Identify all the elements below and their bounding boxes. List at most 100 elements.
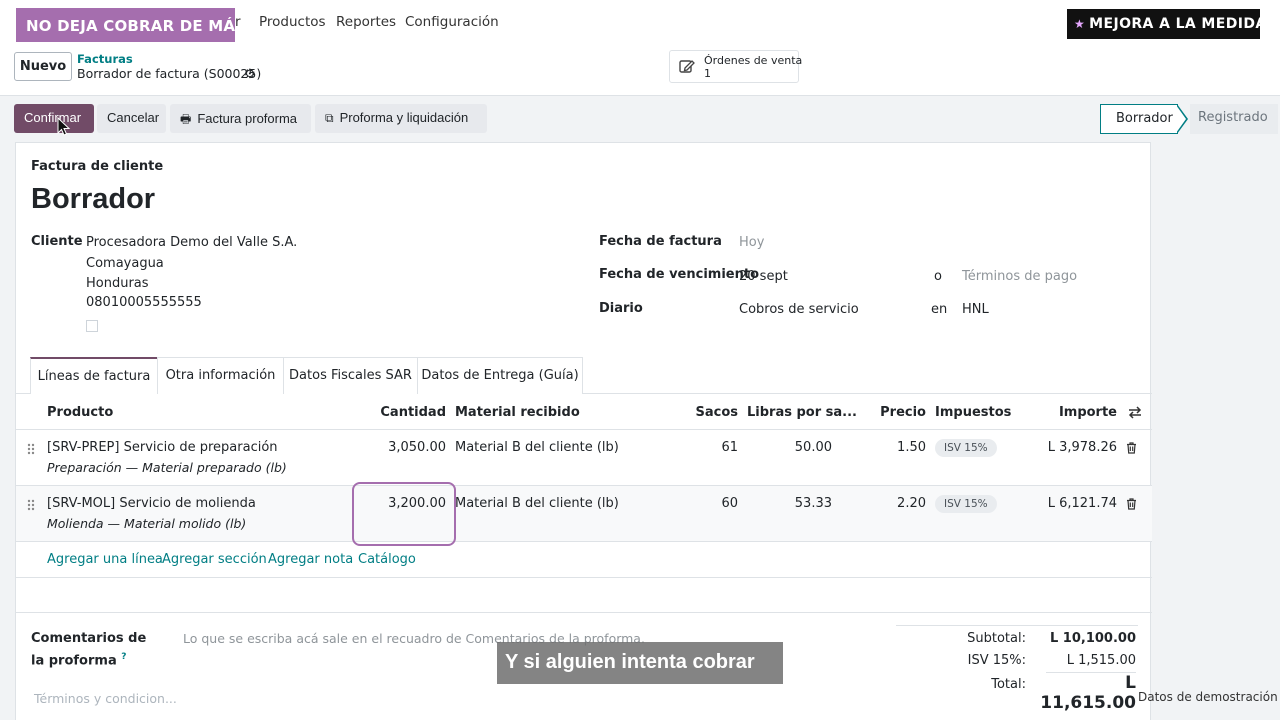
comments-label-text: Comentarios de la proforma xyxy=(31,631,147,669)
drag-handle-icon[interactable] xyxy=(27,443,35,455)
smart-button-label: Órdenes de venta xyxy=(704,54,803,67)
line-bags[interactable]: 61 xyxy=(666,440,738,455)
col-price[interactable]: Precio xyxy=(846,405,926,420)
col-pounds-per-bag[interactable]: Libras por sa... xyxy=(747,405,857,420)
line-pounds-per-bag[interactable]: 53.33 xyxy=(746,496,832,511)
status-posted[interactable]: Registrado xyxy=(1190,104,1278,134)
help-icon[interactable]: ? xyxy=(121,652,126,662)
due-date-or: o xyxy=(934,269,942,284)
customer-label: Cliente xyxy=(31,234,83,249)
proforma-settlement-label: Proforma y liquidación xyxy=(339,110,469,125)
line-quantity[interactable]: 3,050.00 xyxy=(346,440,446,455)
line-price[interactable]: 1.50 xyxy=(846,440,926,455)
nav-item-reportes[interactable]: Reportes xyxy=(336,14,396,30)
customer-name[interactable]: Procesadora Demo del Valle S.A. xyxy=(86,235,297,250)
confirm-button[interactable]: Confirmar xyxy=(14,104,94,133)
top-navbar: NO DEJA COBRAR DE MÁS r Productos Report… xyxy=(0,0,1280,44)
status-arrow-inner xyxy=(1176,105,1186,133)
col-quantity[interactable]: Cantidad xyxy=(346,405,446,420)
customer-city: Comayagua xyxy=(86,256,164,271)
table-row[interactable]: [SRV-PREP] Servicio de preparación Prepa… xyxy=(16,430,1152,486)
nav-item-partial[interactable]: r xyxy=(235,14,241,30)
promo-banner: ★ MEJORA A LA MEDIDA xyxy=(1067,9,1266,39)
tab-delivery-data[interactable]: Datos de Entrega (Guía) xyxy=(417,357,583,394)
tab-other-info[interactable]: Otra información xyxy=(157,357,284,394)
new-button[interactable]: Nuevo xyxy=(14,52,72,81)
due-date-label: Fecha de vencimiento xyxy=(599,267,760,282)
line-amount: L 6,121.74 xyxy=(1047,496,1117,511)
line-bags[interactable]: 60 xyxy=(666,496,738,511)
line-material[interactable]: Material B del cliente (lb) xyxy=(455,496,619,511)
add-note-link[interactable]: Agregar nota xyxy=(268,552,353,567)
status-draft[interactable]: Borrador xyxy=(1100,104,1178,134)
line-price[interactable]: 2.20 xyxy=(846,496,926,511)
section-divider xyxy=(16,577,1152,613)
proforma-button-label: Factura proforma xyxy=(197,111,298,126)
gear-icon[interactable]: ⚙ xyxy=(244,67,256,82)
customer-tax-id: 08010005555555 xyxy=(86,295,202,310)
trash-icon[interactable] xyxy=(1126,498,1137,510)
customer-country: Honduras xyxy=(86,276,149,291)
tax-badge[interactable]: ISV 15% xyxy=(935,495,997,513)
page-title: Borrador xyxy=(31,183,156,215)
tax-value: L 1,515.00 xyxy=(1066,653,1136,668)
line-product[interactable]: [SRV-MOL] Servicio de molienda xyxy=(47,496,256,511)
tab-invoice-lines[interactable]: Líneas de factura xyxy=(30,357,158,394)
add-section-link[interactable]: Agregar sección xyxy=(162,552,267,567)
line-description[interactable]: Preparación — Material preparado (lb) xyxy=(47,460,287,475)
journal-input[interactable]: Cobros de servicio xyxy=(739,302,859,317)
video-banner: NO DEJA COBRAR DE MÁS xyxy=(16,8,235,42)
totals-block: Subtotal: L 10,100.00 ISV 15%: L 1,515.0… xyxy=(896,625,1138,713)
subtotal-value: L 10,100.00 xyxy=(1049,631,1136,646)
line-material[interactable]: Material B del cliente (lb) xyxy=(455,440,619,455)
col-amount[interactable]: Importe xyxy=(1016,405,1117,420)
breadcrumb-current: Borrador de factura (S00025) xyxy=(77,66,262,81)
customer-checkbox[interactable] xyxy=(86,320,98,332)
line-pounds-per-bag[interactable]: 50.00 xyxy=(746,440,832,455)
tax-label: ISV 15%: xyxy=(967,653,1026,668)
trash-icon[interactable] xyxy=(1126,442,1137,454)
promo-text: MEJORA A LA MEDIDA xyxy=(1089,16,1267,32)
line-amount: L 3,978.26 xyxy=(1047,440,1117,455)
comments-label: Comentarios de la proforma ? xyxy=(31,629,161,670)
tab-fiscal-sar[interactable]: Datos Fiscales SAR xyxy=(283,357,418,394)
currency-input[interactable]: HNL xyxy=(962,302,989,317)
smart-button-count: 1 xyxy=(704,67,711,80)
table-header: Producto Cantidad Material recibido Saco… xyxy=(16,394,1152,430)
form-sheet: Factura de cliente Borrador Cliente Proc… xyxy=(15,142,1152,720)
journal-label: Diario xyxy=(599,301,643,316)
table-row[interactable]: [SRV-MOL] Servicio de molienda Molienda … xyxy=(16,486,1152,542)
invoice-date-input[interactable]: Hoy xyxy=(739,235,764,250)
total-value: L 11,615.00 xyxy=(1040,673,1136,713)
nav-item-productos[interactable]: Productos xyxy=(259,14,326,30)
drag-handle-icon[interactable] xyxy=(27,499,35,511)
form-tabs: Líneas de factura Otra información Datos… xyxy=(16,357,1152,394)
col-bags[interactable]: Sacos xyxy=(666,405,738,420)
column-settings-icon[interactable] xyxy=(1128,406,1142,419)
payment-terms-input[interactable]: Términos de pago xyxy=(962,269,1077,284)
nav-item-configuracion[interactable]: Configuración xyxy=(405,14,499,30)
add-line-link[interactable]: Agregar una línea xyxy=(47,552,163,567)
line-description[interactable]: Molienda — Material molido (lb) xyxy=(47,516,246,531)
col-material[interactable]: Material recibido xyxy=(455,405,580,420)
star-icon: ★ xyxy=(1074,17,1086,31)
line-product[interactable]: [SRV-PREP] Servicio de preparación xyxy=(47,440,278,455)
tax-badge[interactable]: ISV 15% xyxy=(935,439,997,457)
subtotal-label: Subtotal: xyxy=(967,631,1026,646)
document-type: Factura de cliente xyxy=(31,159,164,174)
cancel-button[interactable]: Cancelar xyxy=(97,104,166,133)
control-panel: Nuevo Facturas Borrador de factura (S000… xyxy=(0,44,1280,96)
invoice-date-label: Fecha de factura xyxy=(599,234,722,249)
proforma-settlement-button[interactable]: ⧉ Proforma y liquidación xyxy=(315,104,487,133)
proforma-button[interactable]: 🖶 Factura proforma xyxy=(170,104,311,133)
edit-icon xyxy=(679,60,695,73)
catalog-link[interactable]: Catálogo xyxy=(358,552,416,567)
col-product[interactable]: Producto xyxy=(47,405,113,420)
due-date-input[interactable]: 20 sept xyxy=(739,269,788,284)
mouse-cursor-icon xyxy=(57,117,71,136)
breadcrumb-parent[interactable]: Facturas xyxy=(77,52,133,66)
col-taxes[interactable]: Impuestos xyxy=(935,405,1011,420)
sales-orders-smart-button[interactable]: Órdenes de venta 1 xyxy=(669,50,803,83)
journal-in: en xyxy=(931,302,948,317)
terms-input[interactable]: Términos y condicion... xyxy=(34,691,177,706)
